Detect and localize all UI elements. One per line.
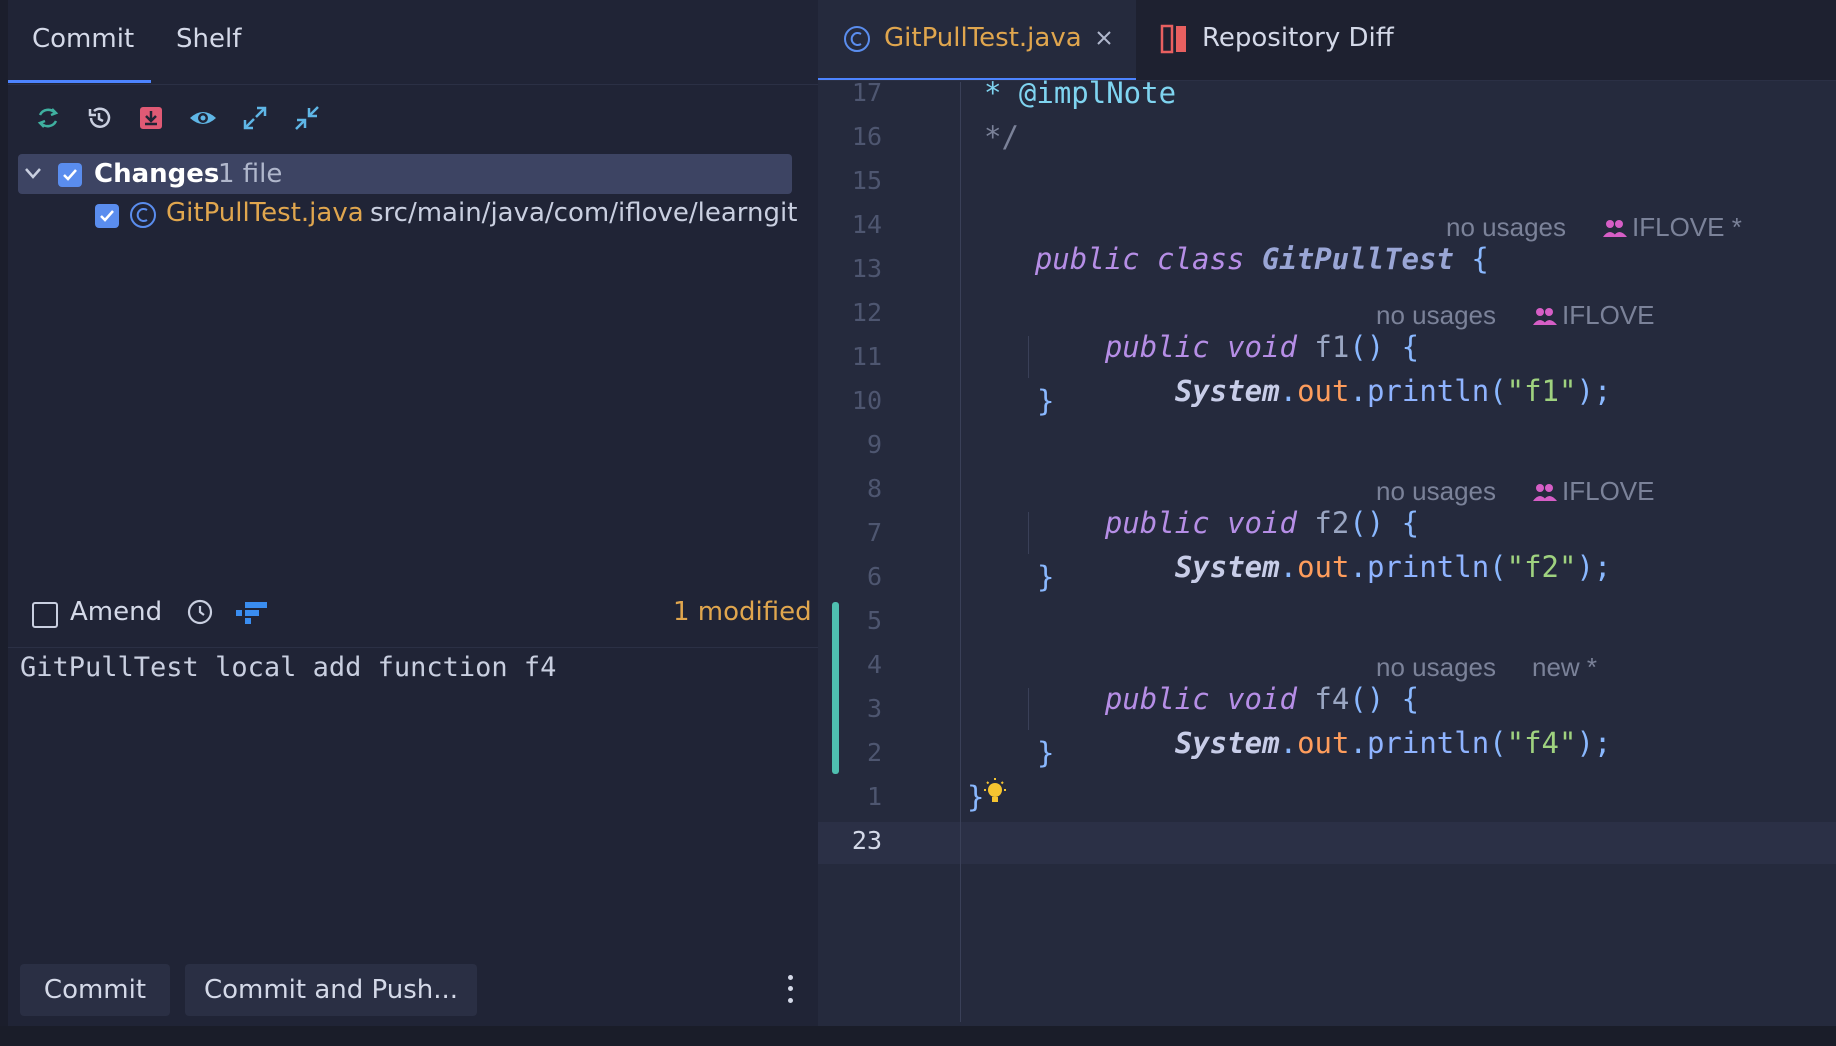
lightbulb-icon[interactable] xyxy=(980,776,1010,814)
line-number: 2 xyxy=(866,738,882,767)
class-name: GitPullTest xyxy=(1261,242,1454,276)
line-number: 6 xyxy=(866,562,882,591)
gutter-separator xyxy=(960,82,961,1022)
changes-label: Changes xyxy=(94,159,220,189)
line-number: 15 xyxy=(851,166,882,195)
comment-text: * @implNote xyxy=(984,76,1177,110)
indent-guide xyxy=(1028,336,1029,378)
people-icon xyxy=(1533,307,1557,325)
usages-hint[interactable]: no usages xyxy=(1376,652,1496,683)
chevron-down-icon[interactable] xyxy=(22,162,44,188)
code-line: System.out.println("f4"); xyxy=(1174,726,1612,760)
refresh-icon[interactable] xyxy=(32,102,64,134)
author-hint[interactable]: IFLOVE * xyxy=(1602,212,1742,243)
code-line: */ xyxy=(984,120,1019,154)
amend-label[interactable]: Amend xyxy=(70,597,162,627)
java-class-icon xyxy=(842,24,872,58)
expand-icon[interactable] xyxy=(239,102,271,134)
line-number: 12 xyxy=(851,298,882,327)
author-label: IFLOVE xyxy=(1562,476,1655,506)
tab-commit[interactable]: Commit xyxy=(32,24,134,54)
usages-hint[interactable]: no usages xyxy=(1376,300,1496,331)
commit-button[interactable]: Commit xyxy=(20,964,170,1016)
file-path: src/main/java/com/iflove/learngit xyxy=(370,198,798,228)
code-line: * @implNote xyxy=(984,76,1176,110)
file-name: GitPullTest.java xyxy=(166,198,364,228)
java-class-icon xyxy=(128,200,158,234)
rollback-icon[interactable] xyxy=(83,102,115,134)
active-tab-indicator xyxy=(8,80,151,83)
tool-window-stripe xyxy=(0,0,8,1046)
indent-guide xyxy=(1028,512,1029,554)
history-icon[interactable] xyxy=(186,598,214,630)
code-line: } xyxy=(1037,384,1055,418)
line-number: 7 xyxy=(866,518,882,547)
line-number: 5 xyxy=(866,606,882,635)
status-strip xyxy=(0,1026,1836,1046)
more-options-icon[interactable] xyxy=(780,972,800,1006)
author-label: IFLOVE * xyxy=(1632,212,1742,242)
commit-panel-tabs: Commit Shelf xyxy=(8,0,818,85)
usages-hint[interactable]: no usages xyxy=(1446,212,1566,243)
line-number: 10 xyxy=(851,386,882,415)
line-number-current: 23 xyxy=(851,826,882,855)
usages-hint[interactable]: no usages xyxy=(1376,476,1496,507)
changes-count: 1 file xyxy=(218,159,283,189)
indent-guide xyxy=(1028,688,1029,730)
commit-and-push-button[interactable]: Commit and Push... xyxy=(185,964,477,1016)
line-number: 11 xyxy=(851,342,882,371)
line-number: 17 xyxy=(851,78,882,107)
line-number: 16 xyxy=(851,122,882,151)
commit-message-input[interactable]: GitPullTest local add function f4 xyxy=(20,652,556,683)
file-checkbox[interactable] xyxy=(95,204,119,228)
modified-count: 1 modified xyxy=(673,597,812,627)
ai-commit-icon[interactable] xyxy=(235,598,269,630)
collapse-icon[interactable] xyxy=(291,102,323,134)
code-line: System.out.println("f2"); xyxy=(1174,550,1612,584)
people-icon xyxy=(1603,219,1627,237)
line-number: 8 xyxy=(866,474,882,503)
brace: { xyxy=(1471,242,1489,276)
code-line: System.out.println("f1"); xyxy=(1174,374,1612,408)
author-hint[interactable]: IFLOVE xyxy=(1532,300,1654,331)
changes-checkbox[interactable] xyxy=(58,163,82,187)
line-number: 1 xyxy=(866,782,882,811)
amend-checkbox[interactable] xyxy=(32,602,58,628)
author-label: IFLOVE xyxy=(1562,300,1655,330)
line-number: 9 xyxy=(866,430,882,459)
tab-shelf[interactable]: Shelf xyxy=(176,24,241,54)
update-icon[interactable] xyxy=(135,102,167,134)
people-icon xyxy=(1533,483,1557,501)
author-hint[interactable]: IFLOVE xyxy=(1532,476,1654,507)
close-icon[interactable] xyxy=(1096,30,1112,50)
code-line: } xyxy=(1037,736,1055,770)
line-number: 3 xyxy=(866,694,882,723)
line-number: 14 xyxy=(851,210,882,239)
author-hint[interactable]: new * xyxy=(1532,652,1597,683)
line-number: 13 xyxy=(851,254,882,283)
tab-gitpulltest[interactable]: GitPullTest.java xyxy=(818,0,1136,80)
code-line: public class GitPullTest { xyxy=(965,208,1489,310)
tab-label: Repository Diff xyxy=(1202,23,1394,53)
changes-group-row[interactable]: Changes 1 file xyxy=(18,154,792,194)
line-number: 4 xyxy=(866,650,882,679)
divider xyxy=(8,647,818,648)
code-line: } xyxy=(1037,560,1055,594)
current-line-highlight xyxy=(818,822,1836,864)
diff-icon xyxy=(1160,24,1188,58)
eye-icon[interactable] xyxy=(187,102,219,134)
tab-label: GitPullTest.java xyxy=(884,23,1082,53)
keyword: public class xyxy=(1034,242,1245,276)
